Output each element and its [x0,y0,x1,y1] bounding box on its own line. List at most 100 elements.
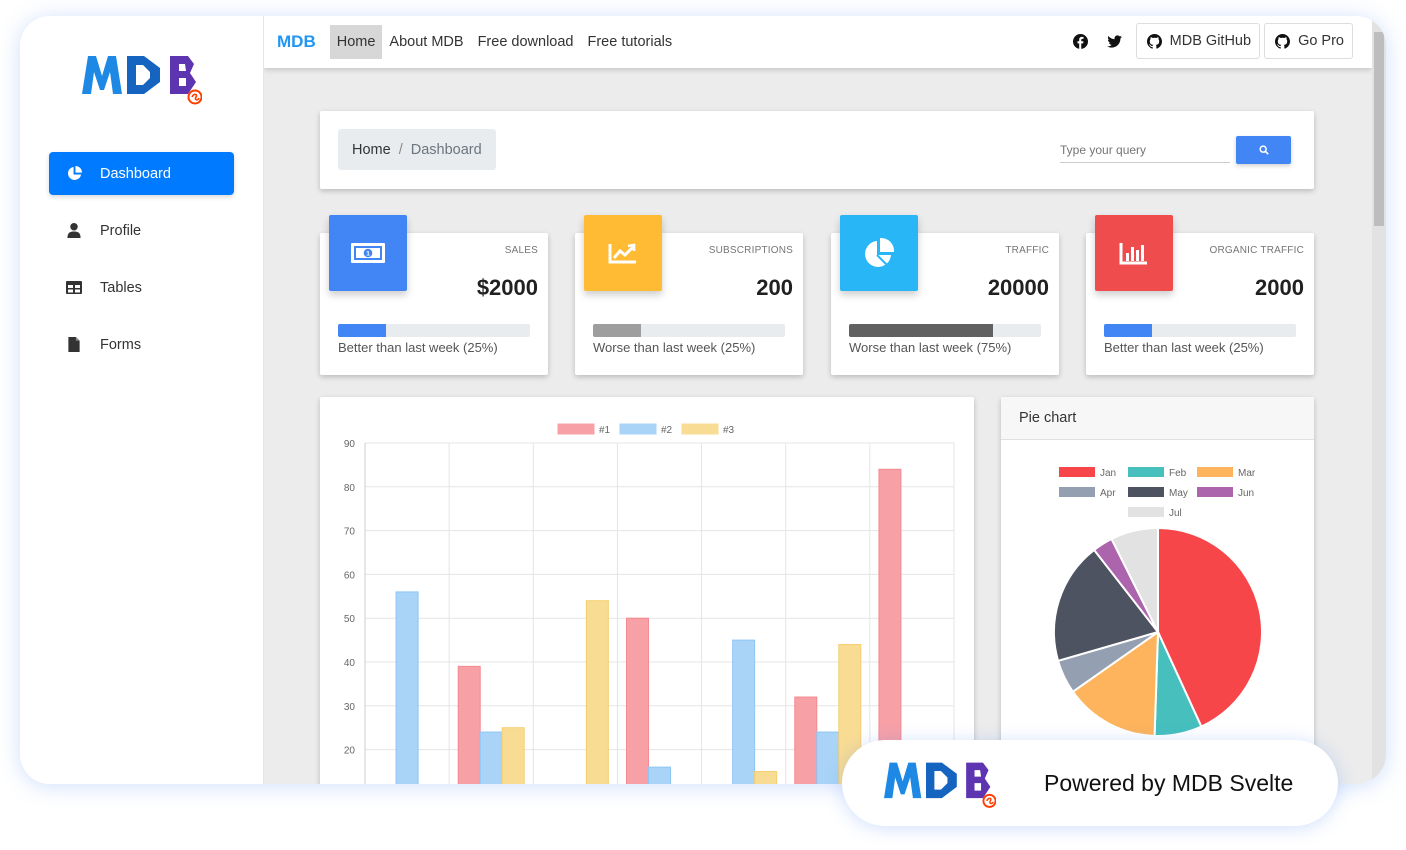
bar [479,731,503,784]
mdb-svelte-logo [884,762,996,808]
stat-note: Worse than last week (25%) [593,340,756,355]
sidebar-item-label: Profile [100,222,142,239]
scrollbar-thumb[interactable] [1374,32,1384,226]
legend-label: Feb [1169,468,1187,479]
nav-link-about[interactable]: About MDB [382,25,470,59]
stat-card-subscriptions: SUBSCRIPTIONS 200 Worse than last week (… [575,215,803,375]
y-tick-label: 60 [344,570,356,581]
pie-chart-card: Pie chart Jan Feb Mar Apr May Jun Jul [1001,397,1314,784]
bar-chart-card: #1 #2 #3 20 30 40 50 60 70 80 90 [320,397,974,784]
y-tick-label: 30 [344,702,356,713]
chart-bar-icon [1119,243,1147,265]
sidebar-item-tables[interactable]: Tables [49,266,234,309]
main-content: MDB Home About MDB Free download Free tu… [264,16,1386,784]
stat-label: SALES [504,245,538,256]
vertical-scrollbar[interactable] [1372,16,1386,784]
bar [732,639,756,784]
stat-progress-bar [1104,324,1296,337]
search-button[interactable] [1236,136,1291,164]
powered-by-text: Powered by MDB Svelte [1044,770,1294,796]
sidebar-item-forms[interactable]: Forms [49,323,234,366]
legend-swatch [1197,487,1233,497]
bar [816,731,840,784]
sidebar-item-label: Forms [100,336,142,353]
legend-label: May [1169,488,1188,499]
stat-label: SUBSCRIPTIONS [708,245,793,256]
legend-label: #2 [661,425,673,436]
stat-value: $2000 [476,275,538,300]
legend-swatch [619,423,657,435]
user-icon [66,223,82,239]
sidebar-item-dashboard[interactable]: Dashboard [49,152,234,195]
stat-value: 200 [756,275,793,300]
chart-pie-icon [865,237,895,267]
nav-link-free-tutorials[interactable]: Free tutorials [580,25,679,59]
stat-progress-bar [593,324,785,337]
bar [626,617,649,784]
bar-chart: #1 #2 #3 20 30 40 50 60 70 80 90 [344,423,955,784]
bar [457,665,481,784]
table-icon [66,280,82,296]
stat-progress-bar [338,324,530,337]
legend-swatch [1059,487,1095,497]
nav-link-free-download[interactable]: Free download [471,25,581,59]
go-pro-button[interactable]: Go Pro [1264,23,1353,59]
file-icon [66,337,82,353]
legend-label: #3 [723,425,735,436]
facebook-icon[interactable] [1064,23,1098,59]
legend-swatch [681,423,719,435]
go-pro-button-label: Go Pro [1298,33,1344,49]
stat-card-sales: 1 SALES $2000 Better than last week (25%… [320,215,548,375]
chart-pie-icon [66,166,82,182]
bar [395,591,419,784]
pie-chart: Jan Feb Mar Apr May Jun Jul [1053,467,1263,737]
chart-line-icon [608,243,636,264]
github-button-label: MDB GitHub [1169,33,1252,49]
stat-progress-bar [849,324,1041,337]
sidebar-item-profile[interactable]: Profile [49,209,234,252]
github-button[interactable]: MDB GitHub [1135,23,1261,59]
legend-label: Apr [1100,488,1116,499]
navbar-brand[interactable]: MDB [277,32,316,52]
svg-text:1: 1 [366,251,370,258]
legend-label: Jan [1100,468,1116,479]
breadcrumb-separator: / [398,141,403,158]
money-bill-icon: 1 [351,243,385,263]
stat-value: 20000 [987,275,1049,300]
y-tick-label: 70 [344,527,356,538]
y-tick-label: 80 [344,483,356,494]
legend-label: Mar [1238,468,1256,479]
y-tick-label: 90 [344,439,356,450]
breadcrumb-home[interactable]: Home [352,142,391,158]
powered-by-badge[interactable]: Powered by MDB Svelte [842,740,1338,826]
stat-tile: 1 [329,215,407,291]
legend-swatch [1059,467,1095,477]
stat-card-organic-traffic: ORGANIC TRAFFIC 2000 Better than last we… [1086,215,1314,375]
bar [754,771,778,784]
sidebar-item-label: Tables [100,279,142,296]
breadcrumb-current: Dashboard [410,141,482,158]
search-input[interactable] [1060,137,1230,163]
nav-link-home[interactable]: Home [329,25,383,59]
stat-tile [1095,215,1173,291]
twitter-icon[interactable] [1098,23,1132,59]
pie-chart-title: Pie chart [1001,397,1314,440]
legend-swatch [1197,467,1233,477]
breadcrumb: Home / Dashboard [338,129,496,170]
mdb-svelte-logo[interactable] [82,54,202,106]
legend-swatch [1128,487,1164,497]
legend-label: #1 [599,425,611,436]
legend-label: Jun [1238,488,1254,499]
sidebar: Dashboard Profile Tables Forms [20,16,264,784]
stat-note: Better than last week (25%) [1104,340,1264,355]
stat-card-traffic: TRAFFIC 20000 Worse than last week (75%) [831,215,1059,375]
stat-tile [840,215,918,291]
bar [648,766,671,784]
github-icon [1146,33,1162,49]
top-navbar: MDB Home About MDB Free download Free tu… [264,16,1372,68]
legend-swatch [1128,467,1164,477]
github-icon [1275,33,1291,49]
stat-label: ORGANIC TRAFFIC [1209,245,1304,256]
stat-value: 2000 [1255,275,1304,300]
y-tick-label: 50 [344,614,356,625]
